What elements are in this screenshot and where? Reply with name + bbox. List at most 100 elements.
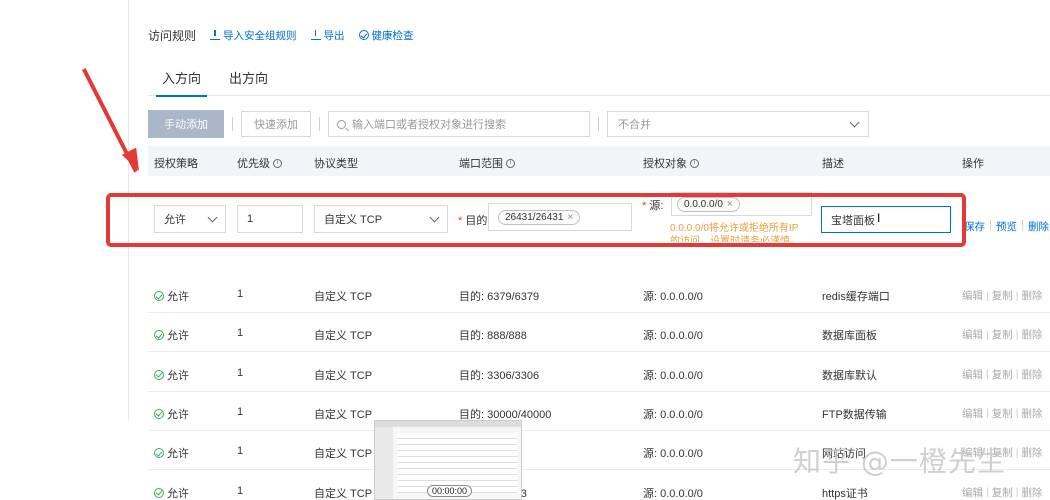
description-cell: 数据库面板 — [822, 330, 877, 343]
row-operations: 编辑 | 复制 | 删除 — [962, 367, 1043, 382]
copy-button[interactable]: 复制 — [992, 288, 1013, 303]
tab-outbound[interactable]: 出方向 — [215, 62, 282, 96]
rules-header: 访问规则 导入安全组规则 导出 健康检查 — [148, 27, 414, 43]
thumb-timestamp: 00:00:00 — [427, 485, 473, 497]
video-thumbnail[interactable]: 00:00:00 — [374, 420, 522, 500]
direction-tabs: 入方向 出方向 — [148, 62, 1050, 97]
edit-button[interactable]: 编辑 — [962, 367, 983, 382]
table-row: 允许 1 自定义 TCP 目的: 3306/3306 源: 0.0.0.0/0 数据库默认… — [148, 353, 1050, 392]
col-policy: 授权策略 — [154, 158, 198, 170]
ops-divider: | — [989, 219, 992, 231]
check-circle-icon — [154, 291, 164, 301]
check-circle-icon — [358, 30, 369, 40]
info-icon[interactable]: i — [506, 158, 515, 168]
export-link[interactable]: 导出 — [310, 28, 345, 43]
source-cell: 源: 0.0.0.0/0 — [643, 330, 703, 343]
col-port-range: 端口范围 i — [459, 155, 515, 171]
delete-button[interactable]: 删除 — [1021, 367, 1042, 382]
manual-add-button[interactable]: 手动添加 — [148, 110, 224, 138]
table-row: 允许 1 自定义 TCP 目的: 30000/40000 源: 0.0.0.0/0 FTP… — [148, 392, 1050, 431]
save-button[interactable]: 保存 — [964, 219, 985, 234]
table-header: 授权策略 优先级 i 协议类型 端口范围 i 授权对象 i 描述 操作 — [148, 146, 1050, 176]
port-cell: 目的: 888/888 — [459, 330, 527, 343]
thumb-titlebar — [375, 421, 521, 427]
text-cursor-icon: I — [877, 211, 881, 225]
ops-divider: | — [1021, 219, 1024, 231]
policy-cell: 允许 — [154, 445, 189, 461]
copy-button[interactable]: 复制 — [992, 327, 1013, 342]
policy-cell: 允许 — [154, 485, 189, 500]
check-circle-icon — [154, 487, 164, 498]
col-operations: 操作 — [962, 158, 984, 170]
source-cell: 源: 0.0.0.0/0 — [643, 408, 703, 421]
priority-cell: 1 — [237, 288, 244, 300]
delete-button[interactable]: 删除 — [1028, 219, 1049, 234]
source-cell: 源: 0.0.0.0/0 — [643, 487, 703, 500]
policy-cell: 允许 — [154, 406, 189, 422]
info-icon[interactable]: i — [273, 158, 282, 168]
copy-button[interactable]: 复制 — [992, 406, 1013, 421]
check-circle-icon — [154, 369, 164, 380]
edit-button[interactable]: 编辑 — [962, 288, 983, 303]
export-label: 导出 — [323, 29, 345, 42]
preview-button[interactable]: 预览 — [996, 219, 1017, 234]
delete-button[interactable]: 删除 — [1021, 288, 1042, 303]
source-cell: 源: 0.0.0.0/0 — [643, 291, 703, 303]
delete-button[interactable]: 删除 — [1021, 327, 1042, 342]
description-cell: https证书 — [822, 487, 868, 500]
delete-button[interactable]: 删除 — [1021, 445, 1042, 460]
col-source: 授权对象 i — [643, 155, 699, 171]
info-icon[interactable]: i — [690, 158, 699, 168]
description-cell: redis缓存端口 — [822, 291, 890, 303]
edit-button[interactable]: 编辑 — [962, 327, 983, 342]
delete-button[interactable]: 删除 — [1021, 485, 1042, 500]
port-cell: 目的: 6379/6379 — [459, 291, 540, 303]
search-icon — [337, 119, 346, 129]
toolbar-divider — [598, 117, 599, 131]
col-protocol: 协议类型 — [314, 158, 358, 170]
chevron-down-icon — [849, 117, 860, 127]
protocol-cell: 自定义 TCP — [314, 448, 373, 461]
import-rules-label: 导入安全组规则 — [223, 29, 297, 42]
page-title: 访问规则 — [148, 28, 197, 43]
policy-cell: 允许 — [154, 288, 189, 304]
row-operations: 编辑 | 复制 | 删除 — [962, 406, 1043, 421]
toolbar-divider — [232, 117, 233, 131]
copy-button[interactable]: 复制 — [992, 485, 1013, 500]
health-check-label: 健康检查 — [371, 29, 414, 42]
col-description: 描述 — [822, 158, 844, 170]
col-priority: 优先级 i — [237, 155, 282, 171]
merge-select[interactable]: 不合并 — [607, 111, 869, 137]
priority-cell: 1 — [237, 327, 244, 340]
quick-add-button[interactable]: 快速添加 — [241, 111, 311, 137]
download-icon — [210, 30, 221, 40]
description-cell: 数据库默认 — [822, 369, 877, 382]
row-operations: 编辑 | 复制 | 删除 — [962, 288, 1043, 303]
edit-button[interactable]: 编辑 — [962, 406, 983, 421]
protocol-cell: 自定义 TCP — [314, 408, 373, 421]
import-rules-link[interactable]: 导入安全组规则 — [210, 28, 297, 43]
health-check-link[interactable]: 健康检查 — [358, 28, 414, 43]
watermark: 知乎 @一橙先生 — [793, 445, 1006, 478]
copy-button[interactable]: 复制 — [992, 367, 1013, 382]
thumb-content — [397, 433, 517, 493]
priority-cell: 1 — [237, 445, 244, 458]
check-circle-icon — [154, 408, 164, 419]
priority-cell: 1 — [237, 484, 244, 497]
tab-inbound[interactable]: 入方向 — [148, 62, 215, 97]
policy-cell: 允许 — [154, 367, 189, 383]
toolbar-divider — [319, 117, 320, 131]
protocol-cell: 自定义 TCP — [314, 291, 373, 303]
security-group-page: 访问规则 导入安全组规则 导出 健康检查 入方向 出方向 手动添加 快速添加 输… — [0, 0, 1050, 500]
edit-button[interactable]: 编辑 — [962, 485, 983, 500]
protocol-cell: 自定义 TCP — [314, 487, 373, 500]
table-row: 允许 1 自定义 TCP 目的: 6379/6379 源: 0.0.0.0/0 redis… — [148, 274, 1050, 313]
search-placeholder: 输入端口或者授权对象进行搜索 — [352, 119, 506, 131]
download-icon — [310, 30, 321, 40]
rules-toolbar: 手动添加 快速添加 输入端口或者授权对象进行搜索 不合并 — [148, 110, 869, 138]
delete-button[interactable]: 删除 — [1021, 406, 1042, 421]
rule-search-input[interactable]: 输入端口或者授权对象进行搜索 — [328, 111, 590, 137]
check-circle-icon — [154, 448, 164, 459]
row-operations: 编辑 | 复制 | 删除 — [962, 327, 1043, 342]
thumb-sidebar — [375, 427, 393, 499]
